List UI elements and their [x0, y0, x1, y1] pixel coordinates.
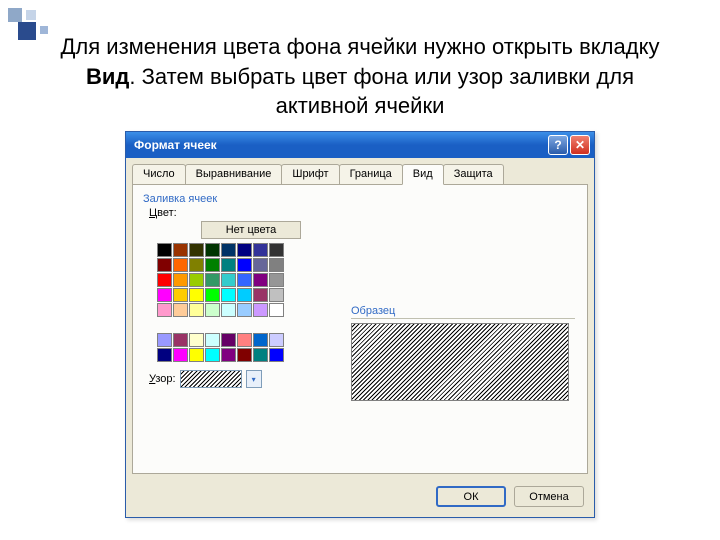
color-swatch[interactable]: [189, 333, 204, 347]
sample-preview: [351, 323, 569, 401]
color-swatch[interactable]: [157, 303, 172, 317]
color-swatch[interactable]: [157, 243, 172, 257]
tab-Защита[interactable]: Защита: [443, 164, 504, 184]
color-swatch[interactable]: [205, 273, 220, 287]
help-icon[interactable]: ?: [548, 135, 568, 155]
color-swatch[interactable]: [269, 303, 284, 317]
color-swatch[interactable]: [173, 303, 188, 317]
color-swatch[interactable]: [269, 288, 284, 302]
color-swatch[interactable]: [237, 303, 252, 317]
color-swatch[interactable]: [157, 273, 172, 287]
color-swatch[interactable]: [253, 258, 268, 272]
pattern-label: Узор:: [149, 373, 176, 385]
color-swatch[interactable]: [189, 273, 204, 287]
color-swatch[interactable]: [205, 288, 220, 302]
color-swatch[interactable]: [189, 243, 204, 257]
sample-label: Образец: [351, 305, 575, 319]
color-swatch[interactable]: [237, 273, 252, 287]
color-swatch[interactable]: [237, 288, 252, 302]
color-swatch[interactable]: [205, 258, 220, 272]
color-swatch[interactable]: [237, 258, 252, 272]
color-swatch[interactable]: [253, 273, 268, 287]
titlebar[interactable]: Формат ячеек ? ✕: [126, 132, 594, 158]
color-swatch[interactable]: [221, 288, 236, 302]
tabs: ЧислоВыравниваниеШрифтГраницаВидЗащита: [126, 158, 594, 184]
color-swatch[interactable]: [173, 258, 188, 272]
tab-Выравнивание[interactable]: Выравнивание: [185, 164, 283, 184]
cancel-button[interactable]: Отмена: [514, 486, 584, 507]
color-swatch[interactable]: [269, 348, 284, 362]
tab-panel-fill: Заливка ячеек Цвет: Нет цвета Узор: ▾ Об…: [132, 184, 588, 474]
color-swatch[interactable]: [189, 303, 204, 317]
color-swatch[interactable]: [205, 243, 220, 257]
format-cells-dialog: Формат ячеек ? ✕ ЧислоВыравниваниеШрифтГ…: [125, 131, 595, 518]
color-palette-extra: [157, 333, 284, 362]
color-swatch[interactable]: [173, 243, 188, 257]
decorative-corner: [8, 8, 68, 40]
color-swatch[interactable]: [253, 348, 268, 362]
color-swatch[interactable]: [205, 303, 220, 317]
dialog-title: Формат ячеек: [134, 138, 546, 152]
ok-button[interactable]: ОК: [436, 486, 506, 507]
slide-caption: Для изменения цвета фона ячейки нужно от…: [0, 0, 720, 131]
color-swatch[interactable]: [269, 333, 284, 347]
color-swatch[interactable]: [173, 348, 188, 362]
color-swatch[interactable]: [237, 243, 252, 257]
color-label: Цвет:: [149, 207, 577, 219]
tab-Граница[interactable]: Граница: [339, 164, 403, 184]
color-swatch[interactable]: [253, 333, 268, 347]
pattern-dropdown[interactable]: ▾: [246, 370, 262, 388]
color-swatch[interactable]: [253, 243, 268, 257]
color-swatch[interactable]: [157, 348, 172, 362]
color-swatch[interactable]: [157, 258, 172, 272]
color-swatch[interactable]: [221, 258, 236, 272]
tab-Вид[interactable]: Вид: [402, 164, 444, 185]
color-swatch[interactable]: [269, 273, 284, 287]
color-palette-main: [157, 243, 284, 317]
color-swatch[interactable]: [237, 348, 252, 362]
color-swatch[interactable]: [173, 288, 188, 302]
color-swatch[interactable]: [253, 303, 268, 317]
tab-Шрифт[interactable]: Шрифт: [281, 164, 339, 184]
color-swatch[interactable]: [157, 333, 172, 347]
color-swatch[interactable]: [189, 258, 204, 272]
color-swatch[interactable]: [221, 243, 236, 257]
color-swatch[interactable]: [189, 288, 204, 302]
color-swatch[interactable]: [269, 258, 284, 272]
color-swatch[interactable]: [173, 273, 188, 287]
close-icon[interactable]: ✕: [570, 135, 590, 155]
color-swatch[interactable]: [205, 333, 220, 347]
pattern-preview: [180, 370, 242, 388]
fill-group-label: Заливка ячеек: [143, 193, 577, 205]
color-swatch[interactable]: [221, 333, 236, 347]
color-swatch[interactable]: [189, 348, 204, 362]
color-swatch[interactable]: [221, 303, 236, 317]
color-swatch[interactable]: [157, 288, 172, 302]
color-swatch[interactable]: [221, 348, 236, 362]
no-color-button[interactable]: Нет цвета: [201, 221, 301, 239]
color-swatch[interactable]: [269, 243, 284, 257]
tab-Число[interactable]: Число: [132, 164, 186, 184]
color-swatch[interactable]: [237, 333, 252, 347]
color-swatch[interactable]: [173, 333, 188, 347]
color-swatch[interactable]: [221, 273, 236, 287]
color-swatch[interactable]: [205, 348, 220, 362]
color-swatch[interactable]: [253, 288, 268, 302]
